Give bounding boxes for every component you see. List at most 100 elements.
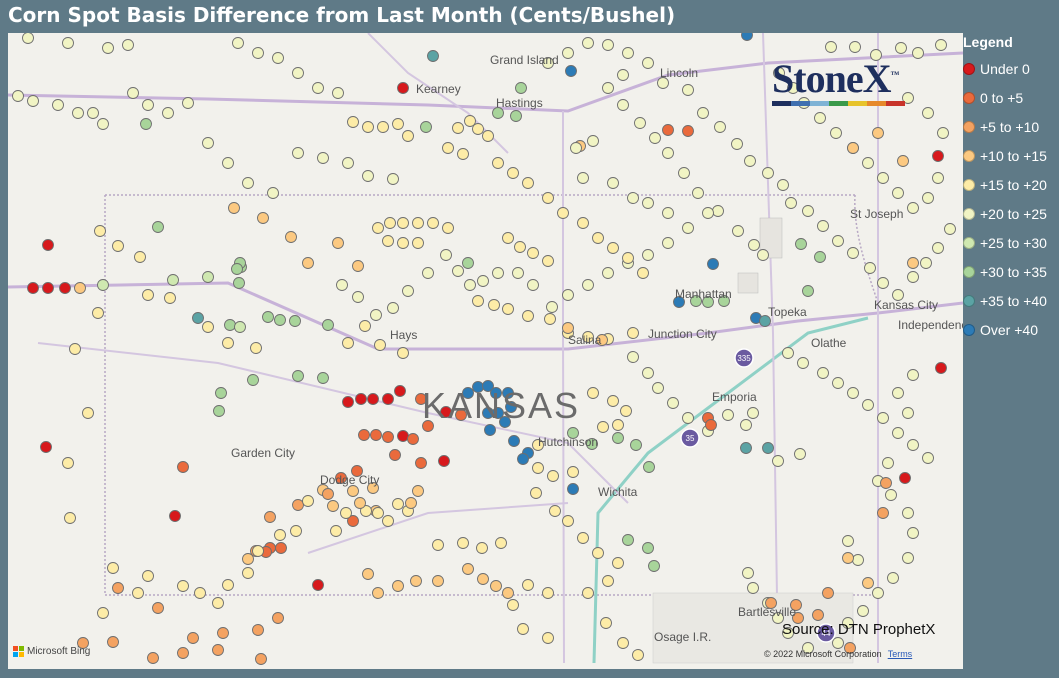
station-marker[interactable] bbox=[777, 179, 789, 191]
station-marker[interactable] bbox=[257, 212, 269, 224]
station-marker[interactable] bbox=[882, 457, 894, 469]
station-marker[interactable] bbox=[567, 483, 579, 495]
station-marker[interactable] bbox=[920, 257, 932, 269]
station-marker[interactable] bbox=[782, 347, 794, 359]
station-marker[interactable] bbox=[87, 107, 99, 119]
station-marker[interactable] bbox=[707, 258, 719, 270]
station-marker[interactable] bbox=[420, 121, 432, 133]
station-marker[interactable] bbox=[607, 395, 619, 407]
station-marker[interactable] bbox=[462, 257, 474, 269]
station-marker[interactable] bbox=[857, 605, 869, 617]
station-marker[interactable] bbox=[202, 321, 214, 333]
station-marker[interactable] bbox=[477, 573, 489, 585]
station-marker[interactable] bbox=[627, 351, 639, 363]
station-marker[interactable] bbox=[355, 393, 367, 405]
station-marker[interactable] bbox=[107, 562, 119, 574]
station-marker[interactable] bbox=[902, 407, 914, 419]
station-marker[interactable] bbox=[389, 449, 401, 461]
station-marker[interactable] bbox=[508, 435, 520, 447]
station-marker[interactable] bbox=[907, 257, 919, 269]
station-marker[interactable] bbox=[107, 636, 119, 648]
station-marker[interactable] bbox=[442, 222, 454, 234]
station-marker[interactable] bbox=[849, 41, 861, 53]
station-marker[interactable] bbox=[907, 439, 919, 451]
station-marker[interactable] bbox=[862, 157, 874, 169]
station-marker[interactable] bbox=[402, 130, 414, 142]
station-marker[interactable] bbox=[682, 125, 694, 137]
station-marker[interactable] bbox=[565, 65, 577, 77]
station-marker[interactable] bbox=[167, 274, 179, 286]
station-marker[interactable] bbox=[427, 217, 439, 229]
station-marker[interactable] bbox=[577, 532, 589, 544]
station-marker[interactable] bbox=[224, 319, 236, 331]
station-marker[interactable] bbox=[522, 310, 534, 322]
station-marker[interactable] bbox=[370, 429, 382, 441]
station-marker[interactable] bbox=[292, 67, 304, 79]
station-marker[interactable] bbox=[577, 217, 589, 229]
station-marker[interactable] bbox=[582, 37, 594, 49]
station-marker[interactable] bbox=[825, 41, 837, 53]
station-marker[interactable] bbox=[832, 637, 844, 649]
station-marker[interactable] bbox=[544, 313, 556, 325]
station-marker[interactable] bbox=[112, 582, 124, 594]
station-marker[interactable] bbox=[895, 42, 907, 54]
station-marker[interactable] bbox=[812, 609, 824, 621]
station-marker[interactable] bbox=[922, 192, 934, 204]
station-marker[interactable] bbox=[507, 599, 519, 611]
map-canvas[interactable]: 335 35 44 Grand Island Kearney Hastings Li… bbox=[8, 33, 963, 669]
station-marker[interactable] bbox=[462, 563, 474, 575]
station-marker[interactable] bbox=[692, 187, 704, 199]
station-marker[interactable] bbox=[630, 439, 642, 451]
station-marker[interactable] bbox=[415, 457, 427, 469]
station-marker[interactable] bbox=[862, 399, 874, 411]
station-marker[interactable] bbox=[935, 362, 947, 374]
station-marker[interactable] bbox=[62, 37, 74, 49]
station-marker[interactable] bbox=[432, 575, 444, 587]
station-marker[interactable] bbox=[492, 267, 504, 279]
station-marker[interactable] bbox=[944, 223, 956, 235]
station-marker[interactable] bbox=[802, 205, 814, 217]
station-marker[interactable] bbox=[452, 265, 464, 277]
station-marker[interactable] bbox=[367, 393, 379, 405]
station-marker[interactable] bbox=[512, 267, 524, 279]
station-marker[interactable] bbox=[27, 95, 39, 107]
station-marker[interactable] bbox=[620, 405, 632, 417]
station-marker[interactable] bbox=[69, 343, 81, 355]
station-marker[interactable] bbox=[377, 121, 389, 133]
station-marker[interactable] bbox=[412, 217, 424, 229]
station-marker[interactable] bbox=[495, 537, 507, 549]
station-marker[interactable] bbox=[242, 177, 254, 189]
station-marker[interactable] bbox=[922, 452, 934, 464]
station-marker[interactable] bbox=[222, 579, 234, 591]
station-marker[interactable] bbox=[97, 607, 109, 619]
station-marker[interactable] bbox=[712, 205, 724, 217]
station-marker[interactable] bbox=[642, 542, 654, 554]
station-marker[interactable] bbox=[464, 279, 476, 291]
station-marker[interactable] bbox=[274, 529, 286, 541]
station-marker[interactable] bbox=[602, 82, 614, 94]
station-marker[interactable] bbox=[832, 235, 844, 247]
station-marker[interactable] bbox=[885, 489, 897, 501]
station-marker[interactable] bbox=[814, 251, 826, 263]
station-marker[interactable] bbox=[327, 500, 339, 512]
station-marker[interactable] bbox=[292, 147, 304, 159]
station-marker[interactable] bbox=[582, 279, 594, 291]
station-marker[interactable] bbox=[312, 579, 324, 591]
station-marker[interactable] bbox=[372, 587, 384, 599]
station-marker[interactable] bbox=[332, 87, 344, 99]
station-marker[interactable] bbox=[40, 441, 52, 453]
station-marker[interactable] bbox=[652, 382, 664, 394]
station-marker[interactable] bbox=[440, 249, 452, 261]
station-marker[interactable] bbox=[612, 432, 624, 444]
station-marker[interactable] bbox=[592, 232, 604, 244]
station-marker[interactable] bbox=[814, 112, 826, 124]
station-marker[interactable] bbox=[162, 107, 174, 119]
station-marker[interactable] bbox=[372, 507, 384, 519]
station-marker[interactable] bbox=[762, 442, 774, 454]
station-marker[interactable] bbox=[94, 225, 106, 237]
station-marker[interactable] bbox=[902, 507, 914, 519]
station-marker[interactable] bbox=[362, 568, 374, 580]
station-marker[interactable] bbox=[797, 357, 809, 369]
station-marker[interactable] bbox=[757, 249, 769, 261]
station-marker[interactable] bbox=[476, 542, 488, 554]
